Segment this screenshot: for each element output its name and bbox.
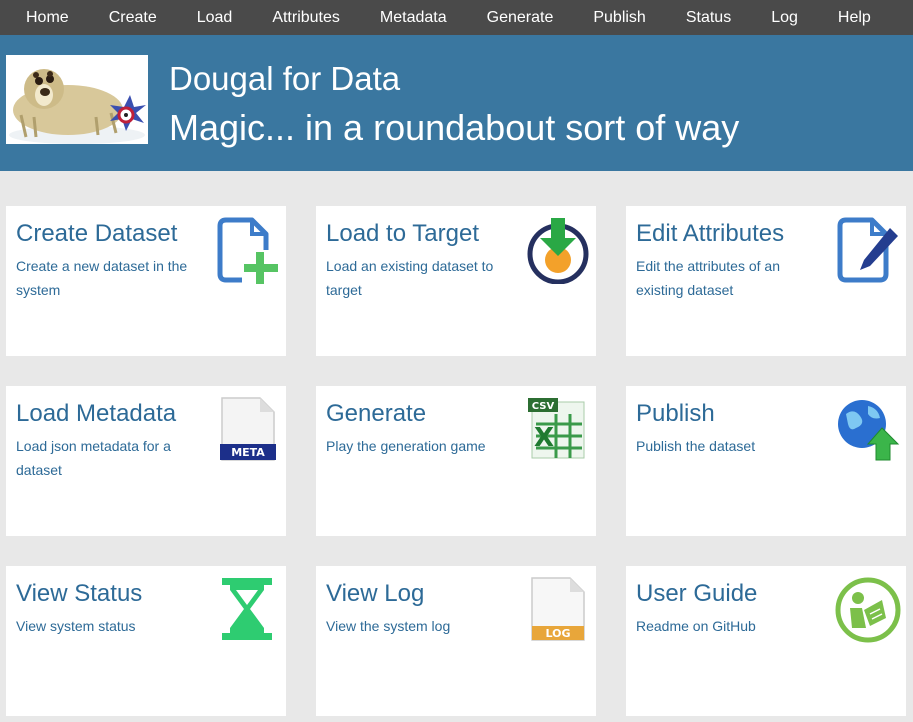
tile-user-guide[interactable]: User Guide Readme on GitHub	[626, 566, 906, 716]
nav-publish[interactable]: Publish	[573, 0, 665, 35]
tile-title: Publish	[636, 400, 715, 427]
tile-view-status[interactable]: View Status View system status	[6, 566, 286, 716]
tile-edit-attributes[interactable]: Edit Attributes Edit the attributes of a…	[626, 206, 906, 356]
edit-document-icon	[832, 214, 902, 284]
new-file-plus-icon	[212, 214, 282, 284]
tile-title: Load to Target	[326, 220, 480, 247]
svg-text:META: META	[231, 446, 265, 459]
tile-title: User Guide	[636, 580, 758, 607]
top-navbar: Home Create Load Attributes Metadata Gen…	[0, 0, 913, 35]
nav-create[interactable]: Create	[89, 0, 177, 35]
tile-view-log[interactable]: View Log View the system log LOG	[316, 566, 596, 716]
globe-upload-icon	[832, 394, 902, 464]
tile-description: Edit the attributes of an existing datas…	[636, 258, 780, 298]
tile-generate[interactable]: Generate Play the generation game CSV X	[316, 386, 596, 536]
nav-log[interactable]: Log	[751, 0, 818, 35]
svg-text:X: X	[534, 423, 554, 453]
log-file-icon: LOG	[522, 574, 592, 644]
tile-description: View system status	[16, 618, 136, 634]
tile-description: Play the generation game	[326, 438, 486, 454]
hourglass-icon	[212, 574, 282, 644]
tile-description: Load json metadata for a dataset	[16, 438, 171, 478]
svg-text:LOG: LOG	[546, 627, 571, 640]
reading-person-icon	[832, 574, 902, 644]
nav-status[interactable]: Status	[666, 0, 751, 35]
app-title: Dougal for Data	[169, 60, 401, 97]
header-banner: Dougal for Data Magic... in a roundabout…	[0, 35, 913, 171]
tile-description: Load an existing dataset to target	[326, 258, 494, 298]
dougal-logo	[6, 55, 148, 144]
meta-file-icon: META	[212, 394, 282, 464]
download-target-icon	[522, 214, 592, 284]
tile-description: Publish the dataset	[636, 438, 756, 454]
tile-title: Create Dataset	[16, 220, 178, 247]
tile-title: Edit Attributes	[636, 220, 785, 247]
svg-text:CSV: CSV	[532, 401, 555, 412]
tile-description: Readme on GitHub	[636, 618, 756, 634]
tile-description: View the system log	[326, 618, 451, 634]
nav-home[interactable]: Home	[0, 0, 89, 35]
tile-title: Generate	[326, 400, 427, 427]
nav-load[interactable]: Load	[177, 0, 253, 35]
tile-title: View Log	[326, 580, 425, 607]
csv-spreadsheet-icon: CSV X	[522, 394, 592, 464]
nav-metadata[interactable]: Metadata	[360, 0, 467, 35]
nav-help[interactable]: Help	[818, 0, 891, 35]
app-tagline: Magic... in a roundabout sort of way	[169, 107, 740, 148]
tile-load-to-target[interactable]: Load to Target Load an existing dataset …	[316, 206, 596, 356]
tile-title: Load Metadata	[16, 400, 177, 427]
tile-description: Create a new dataset in the system	[16, 258, 188, 298]
nav-generate[interactable]: Generate	[467, 0, 574, 35]
tile-load-metadata[interactable]: Load Metadata Load json metadata for a d…	[6, 386, 286, 536]
nav-attributes[interactable]: Attributes	[252, 0, 360, 35]
tile-publish[interactable]: Publish Publish the dataset	[626, 386, 906, 536]
tile-title: View Status	[16, 580, 143, 607]
tile-create-dataset[interactable]: Create Dataset Create a new dataset in t…	[6, 206, 286, 356]
